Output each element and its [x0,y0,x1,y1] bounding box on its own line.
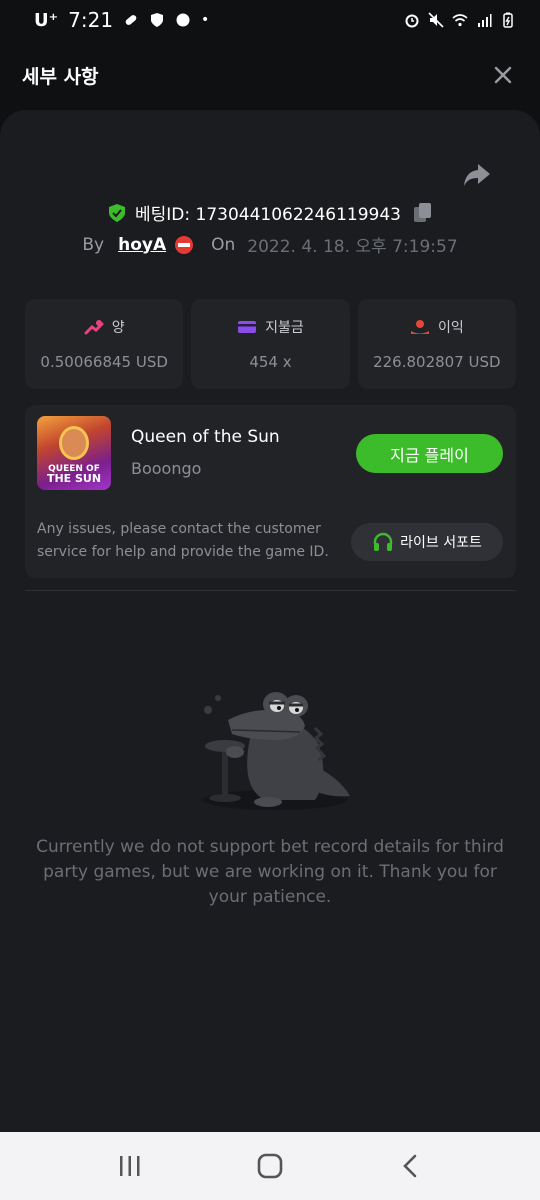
stats-row: 양 0.50066845 USD 지불금 454 x 이익 226.802807… [25,299,516,389]
carrier-label: U⁺ [34,9,59,31]
copy-button[interactable] [413,202,433,224]
notification-dot: • [201,12,210,28]
game-thumbnail[interactable]: QUEEN OF THE SUN [37,416,111,490]
chat-bubble-icon [176,13,190,27]
on-label: On [211,234,236,255]
stat-payout: 지불금 454 x [191,299,350,389]
divider [25,590,516,591]
game-art-figure [59,426,89,460]
hidden-user-icon [175,235,194,254]
recent-apps-icon [120,1156,140,1176]
bet-date: 2022. 4. 18. 오후 7:19:57 [247,237,458,257]
share-icon [464,164,490,186]
signal-icon [478,14,492,27]
stat-value: 454 x [249,353,292,371]
stat-label: 지불금 [265,320,304,336]
bet-id-row: 베팅ID: 1730441062246119943 [0,200,540,225]
verified-shield-icon [108,203,125,222]
stat-label: 양 [111,320,125,336]
crocodile-mascot-illustration [203,692,350,810]
alarm-icon [405,14,419,28]
details-panel: 베팅ID: 1730441062246119943 By hoyA On 202… [0,110,540,1132]
stat-profit: 이익 226.802807 USD [357,299,516,389]
live-support-label: 라이브 서포트 [400,535,482,551]
recent-apps-button[interactable] [110,1146,150,1186]
payout-card-icon [238,321,257,333]
status-bar: U⁺ 7:21 • [0,0,540,40]
stat-label: 이익 [437,320,464,336]
wifi-icon [452,14,468,27]
live-support-button[interactable]: 라이브 서포트 [351,523,503,561]
modal-header: 세부 사항 [0,40,540,110]
clock: 7:21 [68,8,114,32]
back-button[interactable] [390,1146,430,1186]
play-now-button[interactable]: 지금 플레이 [356,434,503,473]
stat-amount: 양 0.50066845 USD [25,299,184,389]
profit-icon [410,320,429,334]
by-label: By [82,234,105,255]
close-icon [494,66,512,84]
support-note: Any issues, please contact the customer … [37,521,329,560]
bet-amount-icon [84,320,104,335]
home-button[interactable] [250,1146,290,1186]
back-chevron-icon [403,1154,417,1178]
mute-icon [428,12,444,28]
game-provider: Booongo [131,459,202,478]
username-link[interactable]: hoyA [118,235,166,255]
shield-icon [151,13,164,27]
pill-icon [125,15,137,25]
stat-value: 226.802807 USD [373,353,501,371]
battery-icon [503,12,513,28]
stat-value: 0.50066845 USD [40,353,168,371]
game-card: QUEEN OF THE SUN Queen of the Sun Booong… [25,405,516,578]
system-nav-bar [0,1132,540,1200]
thumb-title-line2: THE SUN [46,472,102,485]
bet-id-value: 1730441062246119943 [195,205,402,225]
share-button[interactable] [462,162,492,188]
page-title: 세부 사항 [22,65,99,88]
game-title: Queen of the Sun [131,427,280,447]
bet-id-label: 베팅ID: [134,205,191,225]
close-button[interactable] [488,60,518,90]
empty-state-message: Currently we do not support bet record d… [36,837,504,907]
home-icon [257,1153,283,1179]
copy-icon [414,202,432,222]
headset-icon [373,532,393,551]
bet-meta-row: By hoyA On 2022. 4. 18. 오후 7:19:57 [0,232,540,258]
